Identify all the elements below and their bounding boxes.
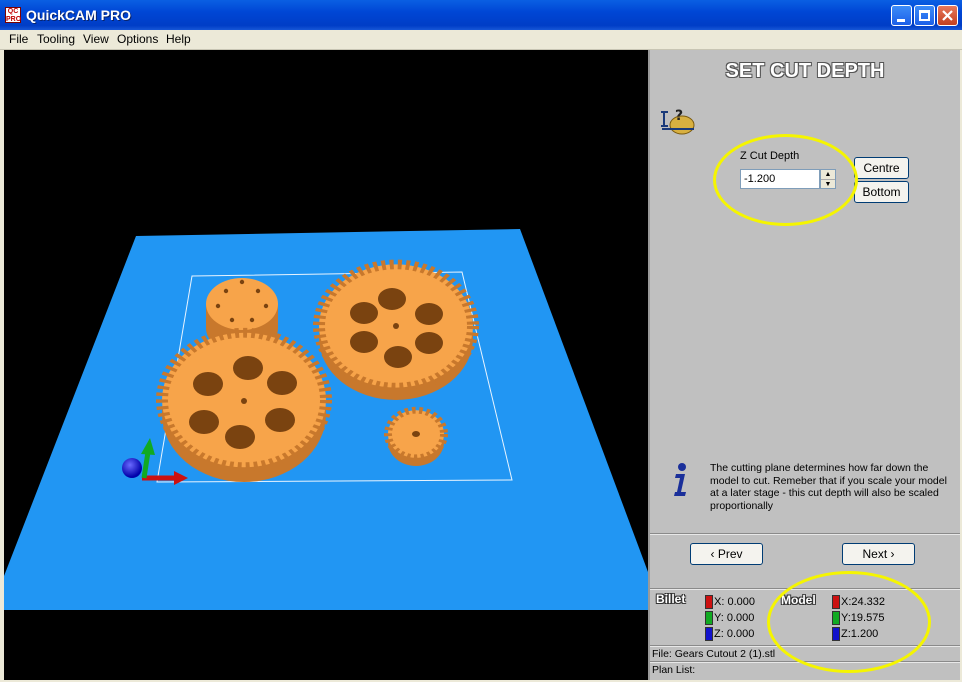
plan-list-status: Plan List: (652, 664, 696, 676)
separator (650, 533, 960, 535)
separator (650, 661, 960, 663)
panel-heading: SET CUT DEPTH (725, 60, 885, 82)
minimize-button[interactable] (891, 5, 912, 26)
centre-button[interactable]: Centre (854, 157, 909, 179)
menu-view[interactable]: View (83, 32, 109, 46)
depth-spinner[interactable]: ▲ ▼ (820, 169, 836, 189)
minimize-icon (897, 19, 905, 22)
title-bar: QC PRO QuickCAM PRO (0, 0, 962, 30)
maximize-button[interactable] (914, 5, 935, 26)
model-x-value: X:24.332 (841, 596, 886, 608)
model-y-value: Y:19.575 (841, 612, 885, 624)
menu-bar: File Tooling View Options Help (0, 30, 962, 50)
gear-large-left (156, 327, 332, 482)
wizard-panel: SET CUT DEPTH ? Z Cut Depth ▲ ▼ Centre B… (648, 50, 960, 680)
menu-help[interactable]: Help (166, 32, 191, 46)
z-cut-depth-input[interactable] (740, 169, 820, 189)
3d-viewport[interactable] (4, 50, 648, 680)
depth-help-icon: ? (661, 108, 695, 135)
prev-button[interactable]: ‹ Prev (690, 543, 763, 565)
close-icon (942, 10, 953, 21)
model-z-value: Z:1.200 (841, 628, 879, 640)
menu-tooling[interactable]: Tooling (37, 32, 75, 46)
bottom-button[interactable]: Bottom (854, 181, 909, 203)
model-z-swatch (832, 627, 840, 641)
billet-y-swatch (705, 611, 713, 625)
separator (650, 588, 960, 590)
billet-x-swatch (705, 595, 713, 609)
billet-label: Billet (656, 592, 686, 606)
app-icon[interactable]: QC PRO (5, 7, 21, 23)
billet-x-value: X: 0.000 (714, 596, 755, 608)
billet-z-swatch (705, 627, 713, 641)
info-icon (674, 463, 686, 496)
maximize-icon (919, 10, 930, 21)
gear-small (384, 406, 448, 466)
model-label: Model (781, 593, 816, 607)
spin-down-icon[interactable]: ▼ (821, 180, 835, 189)
z-cut-depth-label: Z Cut Depth (740, 150, 800, 162)
billet-y-value: Y: 0.000 (714, 612, 755, 624)
close-button[interactable] (937, 5, 958, 26)
file-status: File: Gears Cutout 2 (1).stl (652, 648, 776, 660)
billet-z-value: Z: 0.000 (714, 628, 755, 640)
model-x-swatch (832, 595, 840, 609)
svg-text:?: ? (675, 108, 683, 124)
billet-plane (4, 229, 648, 610)
info-text: The cutting plane determines how far dow… (710, 462, 947, 512)
gear-large-right (313, 259, 479, 400)
spin-up-icon[interactable]: ▲ (821, 170, 835, 180)
model-y-swatch (832, 611, 840, 625)
menu-options[interactable]: Options (117, 32, 158, 46)
menu-file[interactable]: File (9, 32, 28, 46)
separator (650, 645, 960, 647)
window-title: QuickCAM PRO (26, 7, 132, 23)
next-button[interactable]: Next › (842, 543, 915, 565)
